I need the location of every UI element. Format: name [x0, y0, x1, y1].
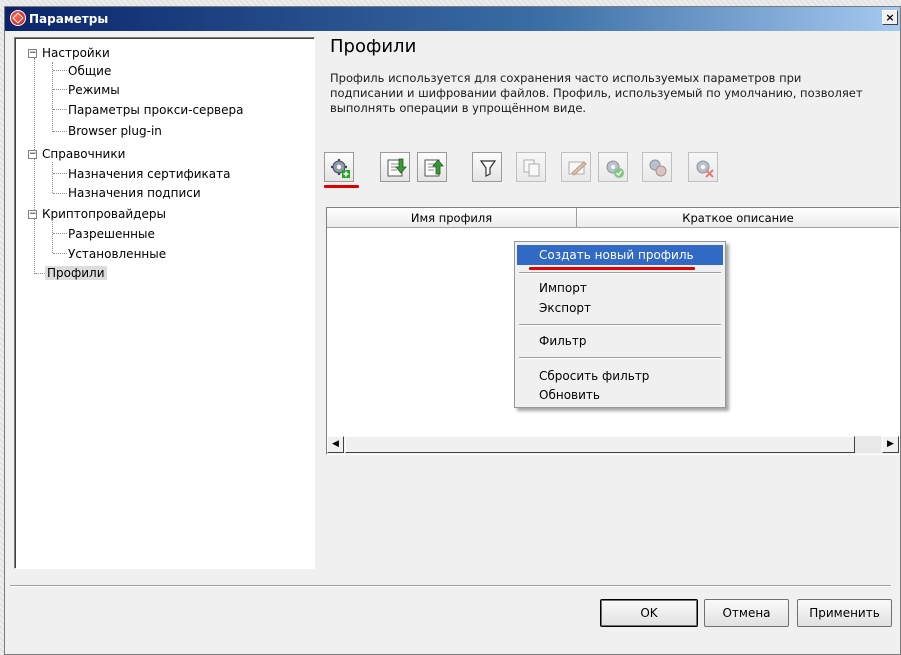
- export-icon: [424, 159, 444, 177]
- annotation-underline: [529, 267, 695, 270]
- tree-node-label: Профили: [45, 266, 107, 280]
- import-button[interactable]: [380, 152, 410, 182]
- settings-tree[interactable]: − Настройки Общие Режимы Параметры прокс…: [14, 37, 315, 569]
- column-header-profile-name[interactable]: Имя профиля: [327, 208, 577, 228]
- import-icon: [387, 158, 407, 177]
- tree-node-modes[interactable]: Режимы: [68, 81, 120, 99]
- copy-button[interactable]: [516, 152, 546, 182]
- tree-node-label: Разрешенные: [68, 227, 155, 241]
- export-button[interactable]: [417, 152, 447, 182]
- tree-node-label: Настройки: [42, 46, 110, 60]
- tree-node-profiles[interactable]: Профили: [45, 264, 107, 282]
- edit-button[interactable]: [561, 152, 591, 182]
- tree-node-label: Назначения сертификата: [68, 167, 231, 181]
- menu-item-reset-filter[interactable]: Сбросить фильтр: [517, 366, 723, 386]
- menu-separator: [519, 357, 721, 359]
- multi-profile-button[interactable]: [642, 152, 672, 182]
- tree-node-label: Криптопровайдеры: [42, 207, 166, 221]
- tree-node-references[interactable]: − Справочники: [28, 145, 125, 163]
- gear-delete-icon: [696, 160, 714, 178]
- profiles-description: Профиль используется для сохранения част…: [330, 71, 900, 116]
- gear-multi-icon: [649, 159, 667, 177]
- tree-node-allowed[interactable]: Разрешенные: [68, 225, 155, 243]
- tree-node-browser-plugin[interactable]: Browser plug-in: [68, 122, 162, 140]
- description-line: выполнять операции в упрощённом виде.: [330, 101, 587, 115]
- gear-add-icon: [331, 159, 350, 178]
- menu-separator: [519, 324, 721, 326]
- horizontal-scrollbar[interactable]: ◀ ▶: [327, 436, 899, 454]
- scroll-right-icon[interactable]: ▶: [882, 436, 899, 453]
- title-bar[interactable]: Параметры ×: [5, 7, 900, 31]
- cancel-button[interactable]: Отмена: [704, 599, 789, 627]
- gear-check-icon: [606, 160, 624, 178]
- footer-divider: [10, 585, 891, 587]
- menu-item-export[interactable]: Экспорт: [517, 298, 723, 318]
- annotation-underline: [324, 185, 359, 188]
- delete-profile-button[interactable]: [688, 152, 718, 182]
- scroll-thumb[interactable]: [345, 436, 855, 453]
- tree-node-label: Параметры прокси-сервера: [68, 103, 244, 117]
- description-line: Профиль используется для сохранения част…: [330, 71, 802, 85]
- window-title: Параметры: [29, 12, 109, 26]
- menu-item-create-profile[interactable]: Создать новый профиль: [517, 245, 723, 265]
- tree-node-sign-purposes[interactable]: Назначения подписи: [68, 184, 201, 202]
- create-profile-button[interactable]: [324, 152, 354, 182]
- collapse-icon[interactable]: −: [28, 150, 37, 159]
- tree-node-label: Режимы: [68, 83, 120, 97]
- edit-icon: [568, 161, 587, 176]
- tree-node-proxy[interactable]: Параметры прокси-сервера: [68, 101, 243, 119]
- ok-button[interactable]: OK: [600, 599, 698, 627]
- page-title: Профили: [330, 36, 417, 57]
- copy-icon: [523, 159, 540, 177]
- tree-node-cert-purposes[interactable]: Назначения сертификата: [68, 165, 231, 183]
- filter-button[interactable]: [472, 152, 502, 182]
- tree-node-label: Справочники: [42, 147, 126, 161]
- close-button[interactable]: ×: [882, 10, 898, 25]
- scroll-track[interactable]: [345, 436, 881, 453]
- tree-node-label: Browser plug-in: [68, 124, 162, 138]
- tree-node-crypto-providers[interactable]: − Криптопровайдеры: [28, 205, 166, 223]
- scroll-left-icon[interactable]: ◀: [327, 436, 344, 453]
- context-menu: Создать новый профиль Импорт Экспорт Фил…: [514, 241, 726, 408]
- tree-node-settings[interactable]: − Настройки: [28, 44, 110, 62]
- column-header-description[interactable]: Краткое описание: [577, 208, 899, 228]
- menu-item-filter[interactable]: Фильтр: [517, 331, 723, 351]
- tree-node-general[interactable]: Общие: [68, 62, 111, 80]
- description-line: подписании и шифровании файлов. Профиль,…: [330, 86, 863, 100]
- tree-node-installed[interactable]: Установленные: [68, 245, 166, 263]
- tree-node-label: Установленные: [68, 247, 167, 261]
- tree-node-label: Назначения подписи: [68, 186, 201, 200]
- tree-node-label: Общие: [68, 64, 112, 78]
- app-logo-icon: [10, 10, 26, 26]
- collapse-icon[interactable]: −: [28, 210, 37, 219]
- collapse-icon[interactable]: −: [28, 49, 37, 58]
- menu-item-refresh[interactable]: Обновить: [517, 385, 723, 405]
- apply-button[interactable]: Применить: [797, 599, 892, 627]
- set-default-button[interactable]: [598, 152, 628, 182]
- menu-separator: [519, 272, 721, 274]
- filter-icon: [479, 160, 497, 177]
- menu-item-import[interactable]: Импорт: [517, 278, 723, 298]
